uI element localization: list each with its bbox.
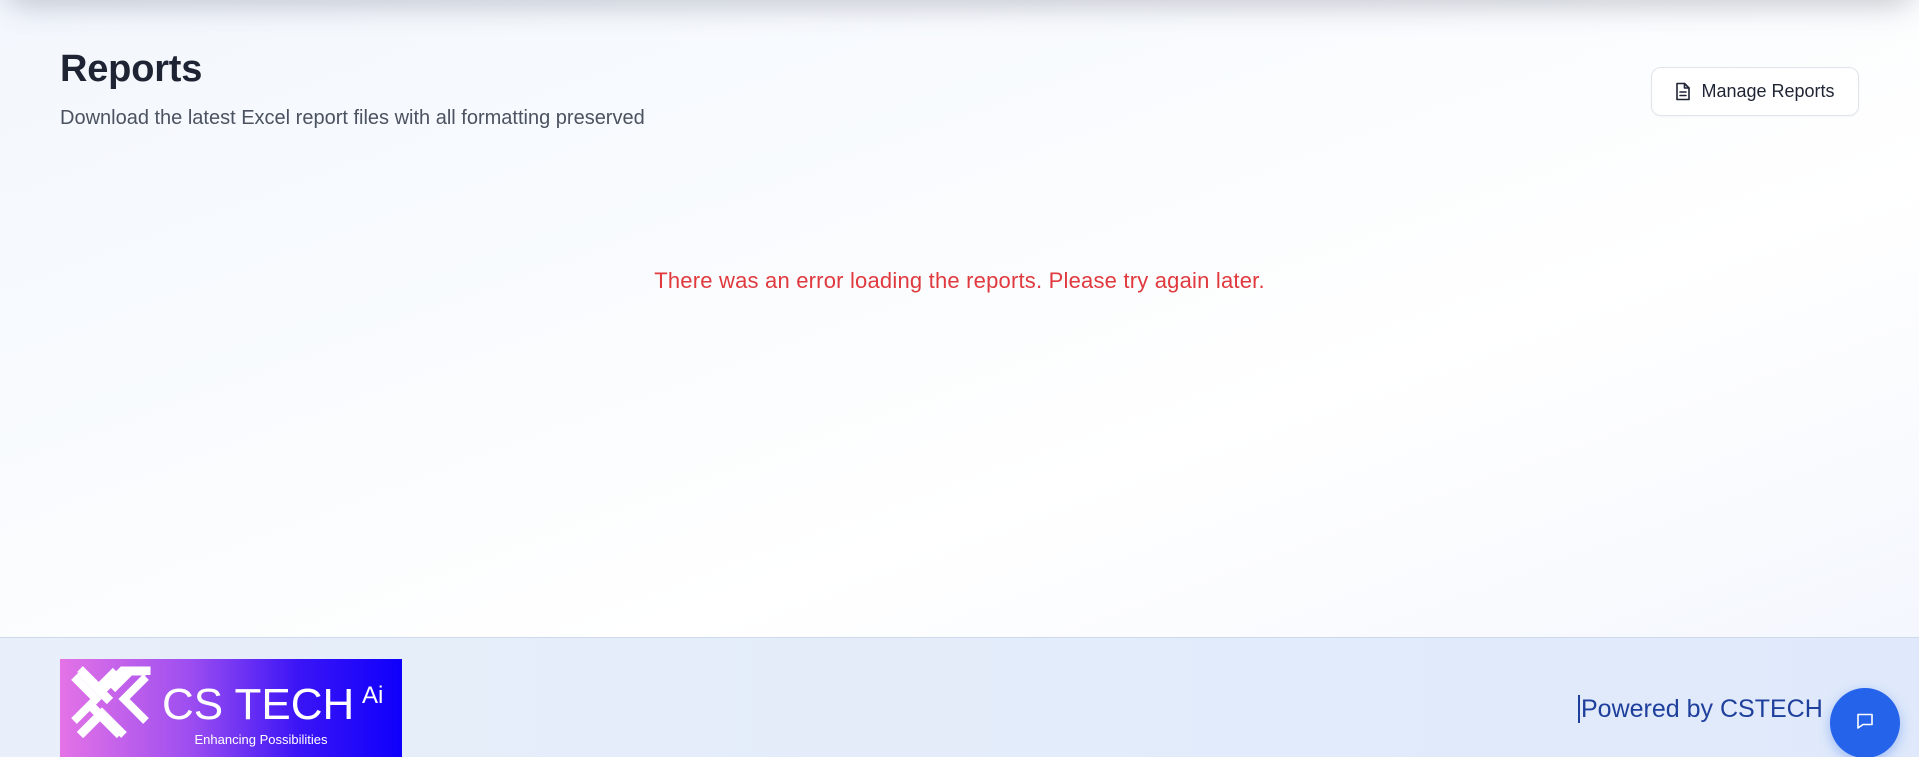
error-message: There was an error loading the reports. … bbox=[654, 268, 1265, 293]
powered-by-text: Powered by CSTECH bbox=[1578, 695, 1823, 723]
logo-superscript: Ai bbox=[362, 682, 383, 709]
footer: CS TECH Ai Enhancing Possibilities Power… bbox=[0, 637, 1919, 757]
logo-tagline: Enhancing Possibilities bbox=[195, 732, 328, 747]
page-subtitle: Download the latest Excel report files w… bbox=[60, 107, 645, 129]
cstech-logo: CS TECH Ai Enhancing Possibilities bbox=[60, 659, 402, 757]
reports-main: Reports Download the latest Excel report… bbox=[0, 0, 1919, 637]
chat-button[interactable] bbox=[1830, 688, 1900, 757]
page-title: Reports bbox=[60, 48, 203, 90]
manage-reports-button[interactable]: Manage Reports bbox=[1651, 67, 1859, 116]
document-icon bbox=[1675, 82, 1691, 101]
chat-bubble-icon bbox=[1855, 711, 1875, 736]
logo-brand-text: CS TECH bbox=[162, 680, 354, 729]
manage-reports-label: Manage Reports bbox=[1701, 81, 1835, 101]
